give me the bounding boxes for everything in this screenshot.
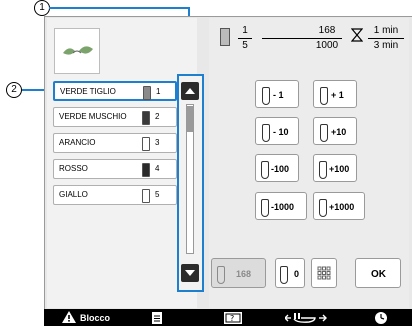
color-number: 4 (155, 164, 160, 173)
callout-1: 1 (34, 0, 50, 16)
callout-1-line (49, 7, 189, 9)
color-item-5[interactable]: GIALLO 5 (53, 185, 177, 205)
minus-1-button[interactable]: - 1 (255, 80, 299, 108)
needle-icon (320, 124, 328, 142)
color-name: ARANCIO (59, 138, 96, 147)
color-progress-current: 1 (242, 25, 248, 36)
stitch-counter-field: 168 (211, 258, 266, 288)
needle-icon (319, 199, 327, 217)
color-number: 3 (155, 138, 160, 147)
thread-spool-icon (142, 189, 150, 203)
button-label: + 1 (331, 90, 344, 100)
time-total: 3 min (373, 40, 399, 51)
color-progress-bar (238, 38, 252, 39)
button-label: -1000 (271, 202, 295, 212)
minus-1000-button[interactable]: -1000 (255, 192, 307, 220)
scroll-thumb[interactable] (187, 106, 193, 132)
color-progress-total: 5 (242, 40, 248, 51)
color-name: VERDE MUSCHIO (59, 112, 127, 121)
button-label: - 10 (273, 127, 289, 137)
needle-icon (262, 124, 270, 142)
thread-spool-icon (142, 163, 150, 177)
needle-icon (320, 87, 328, 105)
button-label: +100 (329, 164, 350, 174)
arrow-up-icon (185, 88, 195, 94)
stitch-progress-bar (262, 38, 342, 39)
needle-icon (261, 199, 269, 217)
reset-to-zero-button[interactable]: 0 (275, 258, 305, 288)
document-icon[interactable] (152, 312, 162, 324)
clock-icon[interactable] (374, 311, 388, 325)
button-label: 0 (294, 269, 300, 279)
minus-10-button[interactable]: - 10 (255, 117, 299, 145)
presser-foot-icon[interactable] (285, 312, 327, 324)
thread-spool-icon (142, 137, 150, 151)
color-number: 1 (156, 87, 161, 96)
grid-icon (317, 266, 331, 280)
button-label: +1000 (329, 202, 355, 212)
needle-icon (319, 161, 327, 179)
button-label: +10 (331, 127, 347, 137)
color-item-3[interactable]: ARANCIO 3 (53, 133, 177, 153)
help-icon[interactable]: ? (224, 312, 242, 324)
needle-icon (261, 161, 269, 179)
scroll-up-button[interactable] (181, 82, 199, 100)
stitch-progress-total: 1000 (315, 40, 339, 51)
needle-icon (280, 266, 288, 284)
color-name: GIALLO (59, 190, 88, 199)
thread-spool-icon (220, 28, 230, 46)
embroidery-preview (54, 28, 100, 74)
color-item-1[interactable]: VERDE TIGLIO 1 (53, 81, 177, 101)
blocco-label[interactable]: Blocco (80, 313, 110, 323)
plus-1-button[interactable]: + 1 (313, 80, 357, 108)
time-bar (368, 38, 404, 39)
button-label: - 1 (273, 90, 284, 100)
plus-100-button[interactable]: +100 (313, 154, 357, 182)
arrow-down-icon (185, 270, 195, 276)
button-label: -100 (271, 164, 290, 174)
hourglass-icon (351, 28, 363, 42)
callout-2: 2 (6, 82, 22, 98)
ok-button[interactable]: OK (355, 258, 401, 288)
embroidery-preview-icon (63, 46, 93, 55)
svg-text:?: ? (230, 314, 234, 323)
needle-icon (217, 266, 225, 284)
button-label: OK (371, 269, 386, 280)
color-number: 2 (155, 112, 160, 121)
needle-icon (262, 87, 270, 105)
color-item-2[interactable]: VERDE MUSCHIO 2 (53, 107, 177, 127)
color-item-4[interactable]: ROSSO 4 (53, 159, 177, 179)
stitch-progress-current: 168 (318, 25, 336, 36)
grid-view-button[interactable] (311, 258, 337, 288)
plus-10-button[interactable]: +10 (313, 117, 357, 145)
minus-100-button[interactable]: -100 (255, 154, 299, 182)
thread-spool-icon (142, 111, 150, 125)
thread-spool-icon (143, 86, 151, 100)
scroll-down-button[interactable] (181, 264, 199, 282)
time-elapsed: 1 min (373, 25, 399, 36)
color-number: 5 (155, 190, 160, 199)
color-name: VERDE TIGLIO (60, 87, 116, 96)
plus-1000-button[interactable]: +1000 (313, 192, 365, 220)
counter-value: 168 (236, 269, 252, 279)
warning-icon[interactable] (62, 311, 76, 323)
color-name: ROSSO (59, 164, 88, 173)
